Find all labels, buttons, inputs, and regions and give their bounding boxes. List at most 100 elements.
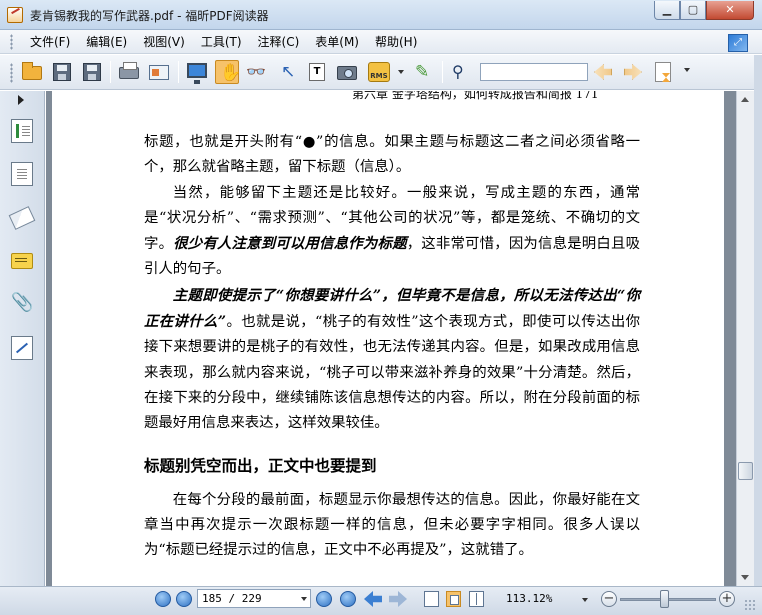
status-bar: 185 / 229 113.12% − + <box>0 586 762 615</box>
restore-window-icon[interactable]: ⤢ <box>728 34 748 52</box>
paragraph: 在每个分段的最前面，标题显示你最想传达的信息。因此，你最好能在文章当中再次提示一… <box>144 491 640 559</box>
toolbar-separator <box>442 61 443 83</box>
menu-items: 文件(F) 编辑(E) 视图(V) 工具(T) 注释(C) 表单(M) 帮助(H… <box>22 34 425 50</box>
find-next-button[interactable] <box>621 60 645 84</box>
open-button[interactable] <box>20 60 44 84</box>
pages-panel-icon[interactable] <box>11 119 33 143</box>
save-as-button[interactable] <box>80 60 104 84</box>
search-options-button[interactable] <box>652 60 676 84</box>
save-as-icon <box>83 63 101 81</box>
facing-layout-icon[interactable] <box>469 591 484 607</box>
zoom-out-button[interactable]: − <box>601 591 617 607</box>
attachments-panel-icon[interactable]: 📎 <box>11 291 33 315</box>
app-logo-icon <box>7 7 23 23</box>
zoom-level[interactable]: 113.12% <box>506 592 552 605</box>
menu-grip-icon[interactable] <box>10 34 13 50</box>
select-arrow-icon: ↖ <box>281 62 296 82</box>
section-heading: 标题别凭空而出，正文中也要提到 <box>144 456 377 475</box>
find-previous-button[interactable] <box>591 60 615 84</box>
text-select-icon: T <box>309 63 325 81</box>
vertical-scrollbar[interactable] <box>736 91 754 586</box>
continuous-layout-icon[interactable] <box>446 591 461 607</box>
hand-tool-icon: ✋ <box>220 63 242 83</box>
text-select-button[interactable]: T <box>305 60 329 84</box>
minimize-button[interactable]: ▁ <box>654 1 680 20</box>
zoom-dropdown-icon[interactable] <box>582 598 588 602</box>
menu-tools[interactable]: 工具(T) <box>193 34 250 50</box>
open-folder-icon <box>22 62 42 80</box>
find-previous-icon <box>594 64 612 80</box>
page-number-text: 185 / 229 <box>202 592 262 605</box>
sign-button[interactable]: ✎ <box>410 60 434 84</box>
rms-button[interactable]: RMS <box>367 60 391 84</box>
print-button[interactable] <box>117 60 141 84</box>
menu-view[interactable]: 视图(V) <box>135 34 193 50</box>
expand-panel-icon[interactable] <box>18 95 24 105</box>
zoom-slider-thumb[interactable] <box>660 590 670 608</box>
last-page-icon[interactable] <box>340 591 356 607</box>
fullscreen-icon <box>187 63 207 84</box>
toolbar-grip-icon[interactable] <box>10 63 13 83</box>
properties-button[interactable] <box>147 60 171 84</box>
single-page-layout-icon[interactable] <box>424 591 439 607</box>
snapshot-icon <box>337 66 357 80</box>
search-input[interactable] <box>480 63 588 81</box>
hand-tool-button[interactable]: ✋ <box>215 60 242 84</box>
page-number-field[interactable]: 185 / 229 <box>197 589 311 608</box>
select-tool-button[interactable]: ↖ <box>275 60 299 84</box>
emphasized-text: 很少有人注意到可以用信息作为标题 <box>173 235 407 253</box>
previous-page-icon[interactable] <box>176 591 192 607</box>
menu-bar: 文件(F) 编辑(E) 视图(V) 工具(T) 注释(C) 表单(M) 帮助(H… <box>0 30 762 54</box>
layers-panel-icon[interactable] <box>11 162 33 186</box>
window-title: 麦肯锡教我的写作武器.pdf - 福昕PDF阅读器 <box>30 9 269 23</box>
toolbar-more-icon[interactable] <box>684 68 690 72</box>
menu-forms[interactable]: 表单(M) <box>307 34 367 50</box>
zoom-in-button[interactable]: + <box>719 591 735 607</box>
go-forward-icon[interactable] <box>389 591 407 607</box>
pdf-page[interactable]: 第六章 金字塔结构，如何转成报告和简报 171 标题，也就是开头附有“●”的信息… <box>52 91 724 586</box>
save-button[interactable] <box>50 60 74 84</box>
paragraph: 主题即使提示了“你想要讲什么”，但毕竟不是信息，所以无法传达出“你正在讲什么”。… <box>144 283 640 437</box>
page-body: 标题，也就是开头附有“●”的信息。如果主题与标题这二者之间必须省略一个，那么就省… <box>144 130 640 563</box>
fullscreen-button[interactable] <box>185 60 209 84</box>
find-icon: ⚲ <box>452 62 464 81</box>
rms-icon: RMS <box>368 62 390 82</box>
close-button[interactable]: ✕ <box>706 1 754 20</box>
page-running-header: 第六章 金字塔结构，如何转成报告和简报 171 <box>352 91 599 101</box>
scroll-thumb[interactable] <box>738 462 753 480</box>
next-page-icon[interactable] <box>316 591 332 607</box>
toolbar: ✋ 👓 ↖ T RMS ✎ ⚲ <box>0 55 762 90</box>
toolbar-separator <box>110 61 111 83</box>
find-button[interactable]: ⚲ <box>450 60 474 84</box>
scroll-up-icon[interactable] <box>741 97 749 102</box>
menu-file[interactable]: 文件(F) <box>22 34 78 50</box>
paragraph: 当然，能够留下主题还是比较好。一般来说，写成主题的东西，通常是“状况分析”、“需… <box>144 181 640 283</box>
document-view[interactable]: 第六章 金字塔结构，如何转成报告和简报 171 标题，也就是开头附有“●”的信息… <box>46 91 736 586</box>
navigation-panel: 📎 <box>0 91 45 586</box>
page-dropdown-icon[interactable] <box>301 597 307 601</box>
save-icon <box>53 63 71 81</box>
eraser-panel-icon[interactable] <box>8 206 36 230</box>
search-options-icon <box>655 62 671 82</box>
menu-help[interactable]: 帮助(H) <box>367 34 425 50</box>
toolbar-separator <box>178 61 179 83</box>
comments-panel-icon[interactable] <box>11 253 33 269</box>
signatures-panel-icon[interactable] <box>11 336 33 360</box>
window-frame <box>754 55 762 615</box>
snapshot-button[interactable] <box>335 60 359 84</box>
properties-icon <box>149 65 169 80</box>
find-next-icon <box>624 64 642 80</box>
sign-icon: ✎ <box>415 62 430 82</box>
menu-edit[interactable]: 编辑(E) <box>78 34 135 50</box>
resize-grip-icon[interactable] <box>744 599 756 611</box>
loupe-button[interactable]: 👓 <box>245 60 269 84</box>
paragraph: 标题，也就是开头附有“●”的信息。如果主题与标题这二者之间必须省略一个，那么就省… <box>144 134 640 176</box>
menu-comments[interactable]: 注释(C) <box>250 34 308 50</box>
print-icon <box>119 62 139 79</box>
rms-dropdown-icon[interactable] <box>398 70 404 74</box>
go-back-icon[interactable] <box>364 591 382 607</box>
scroll-down-icon[interactable] <box>741 575 749 580</box>
first-page-icon[interactable] <box>155 591 171 607</box>
maximize-button[interactable]: ▢ <box>680 1 706 20</box>
title-bar: 麦肯锡教我的写作武器.pdf - 福昕PDF阅读器 ▁ ▢ ✕ <box>0 0 762 30</box>
